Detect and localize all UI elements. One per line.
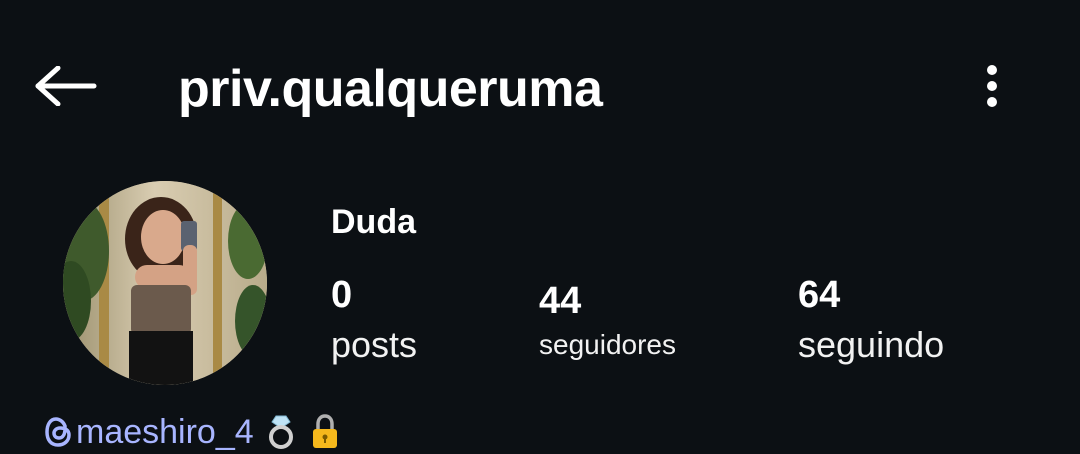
followers-count: 44	[539, 280, 582, 322]
arrow-left-icon	[35, 66, 97, 106]
followers-label: seguidores	[539, 329, 676, 360]
avatar[interactable]	[63, 181, 267, 385]
threads-handle: maeshiro_4	[76, 412, 254, 451]
more-options-button[interactable]	[970, 56, 1014, 116]
followers-stat[interactable]: 44 seguidores	[539, 279, 676, 365]
profile-username: priv.qualqueruma	[178, 60, 603, 118]
back-button[interactable]	[30, 56, 102, 116]
vertical-dots-icon	[987, 65, 997, 107]
posts-stat[interactable]: 0 posts	[331, 273, 417, 365]
display-name: Duda	[331, 203, 416, 241]
following-stat[interactable]: 64 seguindo	[798, 273, 944, 365]
threads-icon	[44, 415, 74, 449]
profile-header: priv.qualqueruma	[0, 0, 1080, 170]
following-count: 64	[798, 274, 841, 316]
ring-icon	[264, 412, 298, 452]
following-label: seguindo	[798, 324, 945, 365]
profile-photo	[63, 181, 267, 385]
posts-count: 0	[331, 274, 353, 316]
threads-link[interactable]: maeshiro_4	[44, 410, 342, 454]
lock-icon	[308, 412, 342, 452]
posts-label: posts	[331, 324, 418, 365]
